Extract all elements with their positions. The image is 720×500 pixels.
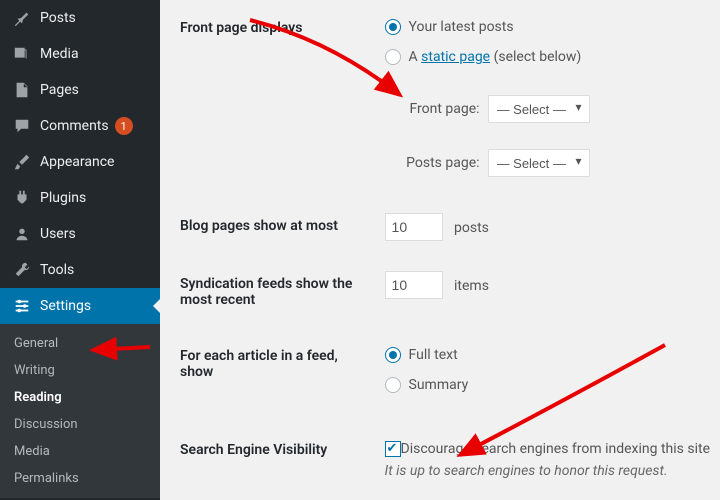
sidebar-item-media[interactable]: Media bbox=[0, 36, 160, 72]
syndication-input[interactable] bbox=[385, 271, 443, 299]
front-page-select[interactable]: — Select — bbox=[488, 95, 590, 123]
sev-label: Search Engine Visibility bbox=[180, 422, 375, 494]
front-page-select-label: Front page: bbox=[385, 101, 480, 117]
front-page-displays-label: Front page displays bbox=[180, 0, 375, 198]
submenu-item-discussion[interactable]: Discussion bbox=[0, 411, 160, 438]
media-icon bbox=[12, 44, 32, 64]
blog-pages-label: Blog pages show at most bbox=[180, 198, 375, 256]
sidebar-item-label: Posts bbox=[40, 10, 76, 26]
sev-checkbox[interactable] bbox=[385, 441, 401, 457]
radio-full-text-label: Full text bbox=[409, 347, 458, 363]
posts-page-select-label: Posts page: bbox=[385, 155, 480, 171]
radio-static-page-label: A static page (select below) bbox=[409, 49, 582, 65]
plugin-icon bbox=[12, 188, 32, 208]
pushpin-icon bbox=[12, 8, 32, 28]
comments-badge: 1 bbox=[115, 117, 133, 135]
sidebar-item-label: Appearance bbox=[40, 154, 114, 170]
submenu-item-reading[interactable]: Reading bbox=[0, 384, 160, 411]
sev-checkbox-label: Discourage search engines from indexing … bbox=[401, 441, 710, 457]
blog-pages-unit: posts bbox=[454, 220, 489, 236]
radio-latest-posts-label: Your latest posts bbox=[409, 19, 514, 35]
users-icon bbox=[12, 224, 32, 244]
comment-icon bbox=[12, 116, 32, 136]
submenu-item-permalinks[interactable]: Permalinks bbox=[0, 465, 160, 492]
sidebar-item-label: Pages bbox=[40, 82, 79, 98]
blog-pages-input[interactable] bbox=[385, 213, 443, 241]
sidebar-item-label: Comments bbox=[40, 118, 109, 134]
sidebar-item-comments[interactable]: Comments 1 bbox=[0, 108, 160, 144]
sidebar-item-label: Tools bbox=[40, 262, 74, 278]
radio-static-page[interactable] bbox=[385, 49, 401, 65]
posts-page-select[interactable]: — Select — bbox=[488, 149, 590, 177]
settings-submenu: General Writing Reading Discussion Media… bbox=[0, 324, 160, 498]
radio-latest-posts[interactable] bbox=[385, 19, 401, 35]
sidebar-item-label: Users bbox=[40, 226, 76, 242]
submenu-item-general[interactable]: General bbox=[0, 330, 160, 357]
brush-icon bbox=[12, 152, 32, 172]
radio-summary-label: Summary bbox=[409, 377, 469, 393]
syndication-label: Syndication feeds show the most recent bbox=[180, 256, 375, 328]
admin-sidebar: Posts Media Pages Comments 1 Appearance … bbox=[0, 0, 160, 500]
article-feed-label: For each article in a feed, show bbox=[180, 328, 375, 422]
settings-icon bbox=[12, 296, 32, 316]
sev-note: It is up to search engines to honor this… bbox=[385, 463, 710, 479]
settings-content: Front page displays Your latest posts A … bbox=[160, 0, 720, 500]
sidebar-item-label: Settings bbox=[40, 298, 91, 314]
page-icon bbox=[12, 80, 32, 100]
sidebar-item-users[interactable]: Users bbox=[0, 216, 160, 252]
static-page-link[interactable]: static page bbox=[421, 49, 490, 65]
sidebar-item-appearance[interactable]: Appearance bbox=[0, 144, 160, 180]
radio-full-text[interactable] bbox=[385, 347, 401, 363]
sidebar-item-label: Plugins bbox=[40, 190, 86, 206]
sidebar-item-plugins[interactable]: Plugins bbox=[0, 180, 160, 216]
sidebar-item-posts[interactable]: Posts bbox=[0, 0, 160, 36]
sidebar-item-label: Media bbox=[40, 46, 79, 62]
tools-icon bbox=[12, 260, 32, 280]
sidebar-item-tools[interactable]: Tools bbox=[0, 252, 160, 288]
sidebar-item-pages[interactable]: Pages bbox=[0, 72, 160, 108]
submenu-item-media[interactable]: Media bbox=[0, 438, 160, 465]
submenu-item-writing[interactable]: Writing bbox=[0, 357, 160, 384]
radio-summary[interactable] bbox=[385, 377, 401, 393]
syndication-unit: items bbox=[454, 278, 489, 294]
sidebar-item-settings[interactable]: Settings bbox=[0, 288, 160, 324]
